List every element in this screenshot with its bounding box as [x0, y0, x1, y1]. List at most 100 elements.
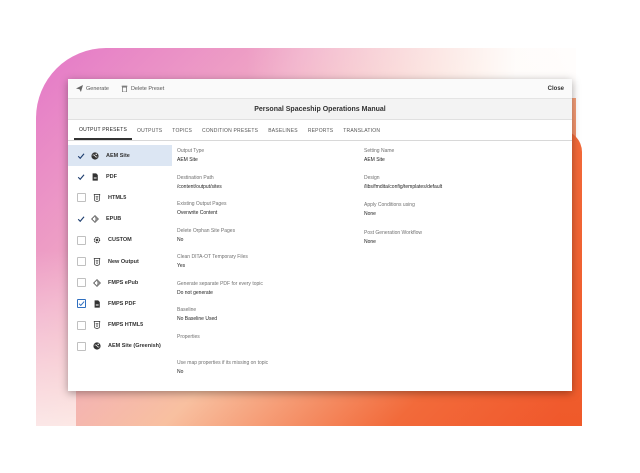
preset-item[interactable]: FMPS PDF — [68, 293, 172, 314]
setting-value: /content/output/sites — [177, 183, 222, 190]
settings-column-right: Setting Name AEM Site Design/libs/fmdita/c… — [364, 141, 442, 257]
preset-label: EPUB — [106, 216, 122, 223]
preset-label: New Output — [108, 258, 139, 265]
pdf-file-icon — [93, 300, 101, 308]
preset-item[interactable]: PDF — [68, 166, 172, 187]
setting-value: AEM Site — [177, 157, 198, 163]
trash-icon — [121, 85, 128, 92]
pdf-file-icon — [91, 173, 99, 181]
checkmark-icon — [77, 174, 84, 180]
html5-icon — [93, 194, 101, 202]
globe-icon — [93, 342, 101, 350]
preset-checkbox[interactable] — [77, 341, 86, 351]
checkmark-icon — [77, 152, 84, 159]
setting-field: Destination Path/content/output/sites — [177, 175, 268, 190]
toolbar: Generate Delete Preset Close — [68, 79, 572, 99]
tab-condition-presets[interactable]: CONDITION PRESETS — [197, 128, 263, 140]
setting-field: Use map properties if its missing on top… — [177, 360, 268, 375]
preset-item[interactable]: EPUB — [68, 209, 172, 230]
tab-baselines[interactable]: BASELINES — [263, 128, 303, 140]
setting-label: Design — [364, 175, 380, 182]
preset-label: FMPS ePub — [108, 279, 139, 286]
tab-translation[interactable]: TRANSLATION — [338, 128, 385, 140]
tab-output-presets[interactable]: OUTPUT PRESETS — [74, 127, 132, 140]
preset-label: FMPS PDF — [108, 300, 136, 307]
preset-item[interactable]: FMPS ePub — [68, 272, 172, 293]
setting-field: Post Generation Workflow None — [364, 230, 442, 245]
setting-value: No — [177, 369, 184, 375]
preset-checkbox[interactable] — [76, 215, 85, 224]
gear-icon — [93, 236, 101, 244]
preset-item[interactable]: AEM Site — [68, 145, 172, 167]
preset-item[interactable]: New Output — [68, 251, 172, 272]
checkmark-icon — [77, 216, 84, 223]
setting-value: Do not generate — [177, 289, 213, 296]
tab-bar: OUTPUT PRESETS OUTPUTS TOPICS CONDITION … — [68, 120, 572, 141]
content-area: AEM Site PDF HTML5 EPUB CUSTOM New Output FMPS… — [68, 141, 572, 391]
setting-field: Generate separate PDF for every topic Do … — [177, 281, 268, 296]
preset-item[interactable]: AEM Site (Greenish) — [68, 336, 172, 357]
setting-label: Setting Name — [364, 148, 395, 154]
close-button[interactable]: Close — [548, 86, 564, 92]
setting-field: Properties — [177, 334, 268, 349]
tab-outputs[interactable]: OUTPUTS — [132, 128, 167, 140]
setting-value: Yes — [177, 263, 186, 269]
setting-label: Baseline — [177, 307, 197, 313]
preset-label: PDF — [106, 173, 117, 180]
setting-value: Overwrite Content — [177, 210, 218, 216]
preset-checkbox[interactable] — [76, 151, 85, 160]
setting-field: Existing Output Pages Overwrite Content — [177, 201, 268, 216]
preset-checkbox[interactable] — [77, 193, 86, 203]
setting-label: Delete Orphan Site Pages — [177, 227, 236, 234]
preset-list: AEM Site PDF HTML5 EPUB CUSTOM New Output FMPS… — [68, 141, 172, 391]
setting-field: Clean DITA-OT Temporary Files Yes — [177, 254, 268, 269]
tab-topics[interactable]: TOPICS — [167, 128, 197, 140]
html5-icon — [93, 321, 101, 330]
preset-label: FMPS HTML5 — [108, 322, 144, 329]
setting-label: Properties — [177, 333, 200, 340]
setting-field: Delete Orphan Site Pages No — [177, 228, 268, 243]
preset-label: AEM Site (Greenish) — [108, 343, 161, 350]
checkmark-icon — [78, 301, 85, 307]
preset-checkbox[interactable] — [77, 278, 86, 288]
preset-checkbox[interactable] — [77, 235, 86, 245]
setting-field: Baseline No Baseline Used — [177, 307, 268, 322]
setting-field: Setting Name AEM Site — [364, 148, 442, 163]
setting-value: None — [364, 238, 376, 245]
delete-preset-label: Delete Preset — [130, 85, 165, 92]
dialog-title: Personal Spaceship Operations Manual — [68, 99, 572, 120]
setting-label: Clean DITA-OT Temporary Files — [177, 254, 248, 260]
preset-label: AEM Site — [106, 152, 130, 159]
setting-label: Generate separate PDF for every topic — [177, 280, 263, 287]
preset-checkbox[interactable] — [77, 257, 86, 267]
setting-value: /libs/fmdita/config/templates/default — [364, 184, 443, 191]
delete-preset-button[interactable]: Delete Preset — [121, 85, 164, 92]
output-presets-dialog: Generate Delete Preset Close Personal Sp… — [68, 79, 572, 391]
setting-label: Post Generation Workflow — [364, 229, 422, 236]
setting-label: Destination Path — [177, 174, 214, 181]
preset-item[interactable]: FMPS HTML5 — [68, 315, 172, 336]
generate-label: Generate — [86, 85, 109, 92]
html5-icon — [93, 257, 101, 266]
preset-item[interactable]: CUSTOM — [68, 230, 172, 251]
setting-value: No Baseline Used — [177, 316, 218, 322]
preset-label: CUSTOM — [108, 237, 132, 244]
setting-field: Apply Conditions using None — [364, 202, 442, 217]
settings-column-left: Output Type AEM Site Destination Path/cont… — [177, 141, 268, 387]
paper-plane-icon — [76, 85, 83, 92]
tab-reports[interactable]: REPORTS — [303, 128, 338, 140]
preset-label: HTML5 — [108, 194, 127, 201]
globe-icon — [91, 151, 99, 160]
preset-checkbox[interactable] — [77, 320, 86, 330]
preset-item[interactable]: HTML5 — [68, 187, 172, 208]
setting-label: Use map properties if its missing on top… — [177, 360, 269, 366]
setting-label: Output Type — [177, 148, 205, 154]
setting-value: No — [177, 236, 184, 243]
setting-label: Existing Output Pages — [177, 201, 227, 207]
preset-checkbox[interactable] — [77, 299, 86, 309]
preset-checkbox[interactable] — [76, 172, 85, 181]
setting-value: AEM Site — [364, 157, 385, 163]
epub-icon — [91, 215, 99, 224]
setting-field: Design/libs/fmdita/config/templates/defa… — [364, 175, 442, 190]
generate-button[interactable]: Generate — [76, 85, 109, 92]
